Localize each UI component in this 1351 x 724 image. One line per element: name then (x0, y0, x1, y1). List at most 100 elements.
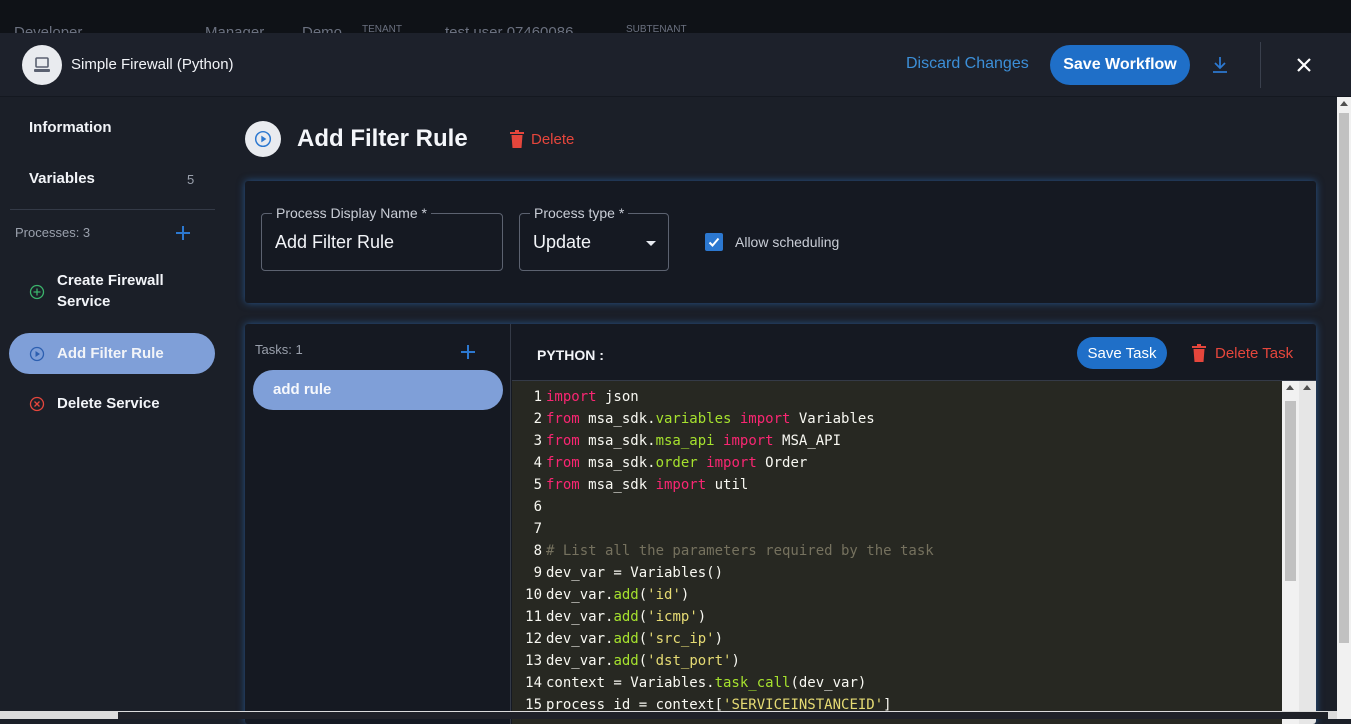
code-token: ) (714, 631, 724, 647)
code-token: variables (655, 411, 732, 427)
line-number: 1 (533, 389, 542, 405)
code-token: import (706, 455, 757, 471)
code-token: ) (680, 587, 690, 603)
field-label: Process type * (530, 205, 629, 221)
sidebar-item-add-filter-rule[interactable]: Add Filter Rule (9, 333, 215, 374)
code-token: import (546, 389, 597, 405)
line-number: 2 (533, 411, 542, 427)
code-token: from (546, 411, 580, 427)
tasks-card: Tasks: 1 add rule PYTHON : Save Task Del… (245, 324, 1316, 724)
code-token: add (613, 587, 639, 603)
process-avatar (245, 121, 281, 157)
scroll-thumb[interactable] (1339, 113, 1349, 643)
code-token: import (723, 433, 774, 449)
code-token: Variables (790, 411, 875, 427)
line-number: 8 (533, 543, 542, 559)
discard-changes-button[interactable]: Discard Changes (906, 55, 1029, 73)
delete-task-button[interactable]: Delete Task (1192, 344, 1293, 362)
code-token: import (655, 477, 707, 493)
code-token: dev_var = Variables() (546, 565, 724, 581)
trash-icon (510, 130, 524, 148)
code-scrollbar[interactable] (1282, 381, 1299, 724)
code-line: 6 (512, 496, 546, 518)
scroll-thumb[interactable] (1285, 401, 1296, 581)
scroll-up-icon[interactable] (1303, 385, 1311, 390)
line-number: 14 (525, 675, 542, 691)
check-icon (708, 237, 720, 247)
code-token: import (739, 411, 791, 427)
code-line: 10 dev_var.add('id') (512, 584, 689, 606)
field-label: Process Display Name * (272, 205, 431, 221)
line-number: 12 (525, 631, 542, 647)
field-value: Add Filter Rule (275, 232, 395, 252)
code-editor[interactable]: 1 import json 2 from msa_sdk.variables impo… (512, 381, 1282, 724)
process-settings-card: Process Display Name * Add Filter Rule P… (245, 181, 1316, 303)
allow-scheduling-checkbox[interactable] (705, 233, 723, 251)
code-token: msa_api (655, 433, 715, 449)
page-scrollbar[interactable] (1337, 97, 1351, 719)
code-line: 14 context = Variables.task_call(dev_var) (512, 672, 866, 694)
field-value: Update (533, 232, 592, 252)
background-app-bar: Developer Manager Demo TENANT test user … (0, 0, 1351, 33)
breadcrumb-manager: Manager (205, 24, 265, 33)
scroll-up-icon[interactable] (1340, 101, 1348, 106)
code-token: msa_sdk (579, 477, 656, 493)
code-line: 12 dev_var.add('src_ip') (512, 628, 723, 650)
workflow-name: Simple Firewall (Python) (71, 56, 234, 73)
code-token: from (546, 455, 580, 471)
save-workflow-button[interactable]: Save Workflow (1050, 45, 1190, 85)
sidebar-item-delete-service[interactable]: Delete Service (9, 385, 215, 421)
code-token: (dev_var) (790, 675, 867, 691)
code-line: 13 dev_var.add('dst_port') (512, 650, 740, 672)
scroll-up-icon[interactable] (1286, 385, 1294, 390)
workflow-avatar (22, 45, 62, 85)
code-token: ) (697, 609, 707, 625)
delete-process-button[interactable]: Delete (510, 130, 574, 148)
tasks-list: Tasks: 1 add rule (245, 324, 511, 724)
code-scrollbar-secondary[interactable] (1299, 381, 1316, 724)
code-token: task_call (714, 675, 791, 691)
save-task-button[interactable]: Save Task (1077, 337, 1167, 369)
workflow-editor-header: Simple Firewall (Python) Discard Changes… (0, 33, 1351, 97)
code-line: 3 from msa_sdk.msa_api import MSA_API (512, 430, 841, 452)
code-token: ) (731, 653, 740, 669)
close-icon[interactable] (1292, 53, 1316, 77)
horizontal-scrollbar[interactable] (0, 711, 1337, 719)
code-token: ( (638, 653, 648, 669)
scroll-thumb[interactable] (118, 712, 1328, 719)
code-token: json (596, 389, 639, 405)
process-label: Create Firewall Service (57, 272, 164, 310)
download-icon[interactable] (1208, 53, 1232, 77)
add-process-icon[interactable] (174, 224, 192, 242)
line-number: 10 (525, 587, 542, 603)
task-label: add rule (273, 381, 332, 398)
line-number: 3 (533, 433, 542, 449)
code-line: 1 import json (512, 386, 639, 408)
code-line: 7 (512, 518, 546, 540)
breadcrumb-user: test user 07460086 (445, 24, 574, 33)
trash-icon (1192, 344, 1206, 362)
code-token: add (613, 631, 639, 647)
computer-icon (34, 57, 50, 72)
breadcrumb-demo: Demo (302, 24, 343, 33)
tasks-label: Tasks: 1 (255, 342, 303, 357)
delete-task-label: Delete Task (1215, 344, 1294, 362)
sidebar-item-create-firewall-service[interactable]: Create Firewall Service (9, 267, 215, 315)
x-circle-icon (29, 396, 45, 412)
code-token: ( (638, 587, 648, 603)
code-token: util (706, 477, 749, 493)
caret-down-icon (646, 241, 656, 246)
process-display-name-field[interactable]: Process Display Name * Add Filter Rule (261, 205, 503, 271)
sidebar-item-variables[interactable]: Variables (29, 170, 95, 187)
brand-label: Developer (14, 24, 83, 33)
allow-scheduling-label: Allow scheduling (735, 234, 840, 250)
code-token: # List all the parameters required by th… (546, 543, 934, 559)
code-token: 'icmp' (647, 609, 698, 625)
task-item-add-rule[interactable]: add rule (253, 370, 503, 410)
process-type-select[interactable]: Process type * Update (519, 205, 669, 271)
sidebar-item-information[interactable]: Information (29, 119, 112, 136)
add-task-icon[interactable] (459, 343, 477, 361)
